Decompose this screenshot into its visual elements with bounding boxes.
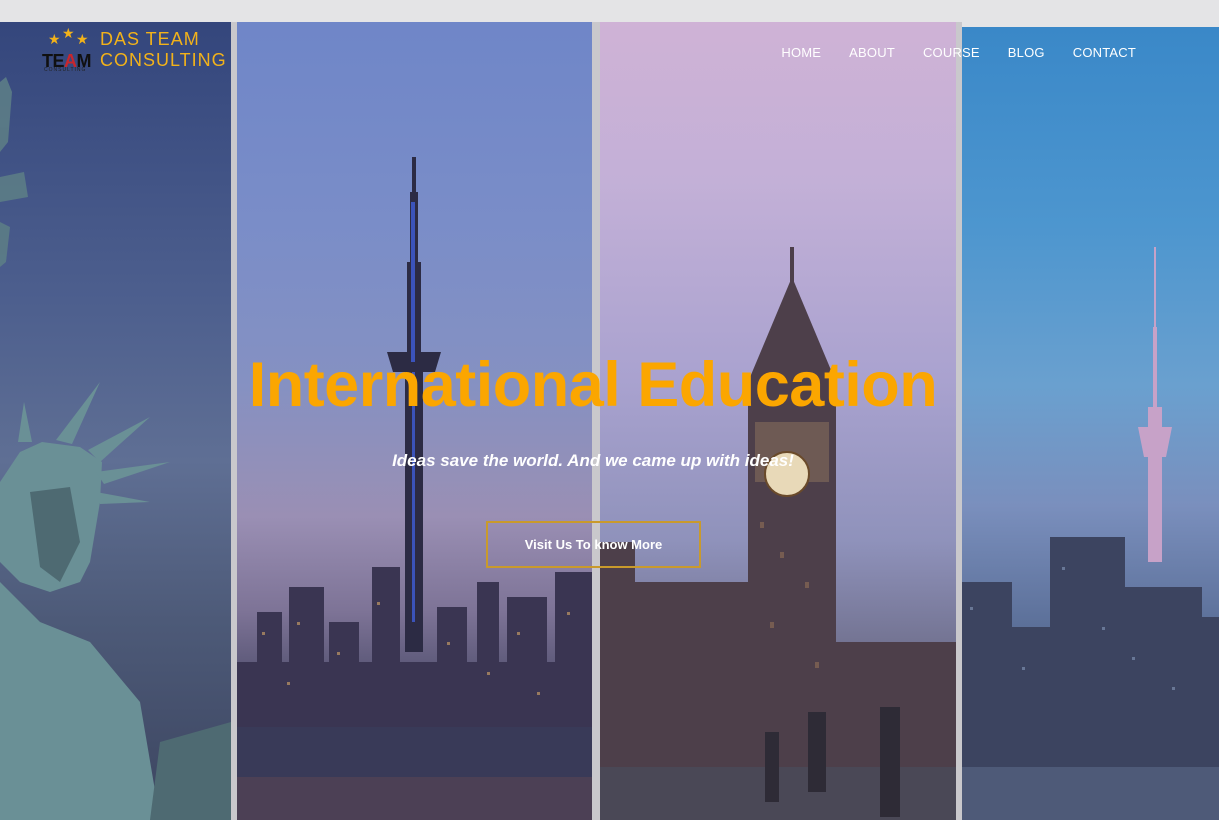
visit-us-button[interactable]: Visit Us To know More (486, 521, 701, 568)
logo-line1: DAS TEAM (100, 29, 200, 49)
logo-wordmark: DAS TEAM CONSULTING (100, 29, 227, 71)
nav-course[interactable]: COURSE (923, 45, 980, 60)
logo-line2: CONSULTING (100, 50, 227, 70)
browser-top-strip (0, 0, 1219, 22)
hero-panel-new-york (0, 22, 231, 820)
nav-about[interactable]: ABOUT (849, 45, 895, 60)
star-icon: ★ (48, 32, 61, 48)
main-nav: HOME ABOUT COURSE BLOG CONTACT (781, 45, 1136, 60)
star-icon: ★ (76, 32, 89, 48)
hero-panel-auckland (962, 27, 1219, 820)
hero-panel-london (600, 22, 956, 820)
auckland-skyline-image (962, 247, 1219, 820)
logo-mark: ★ ★ ★ TEAM CONSULTING (42, 27, 98, 73)
star-icon: ★ (62, 26, 75, 42)
hero-title: International Education (248, 350, 938, 420)
brand-logo[interactable]: ★ ★ ★ TEAM CONSULTING DAS TEAM CONSULTIN… (42, 27, 237, 75)
hero-panel-toronto (237, 22, 592, 820)
nav-home[interactable]: HOME (781, 45, 821, 60)
toronto-skyline-image (237, 157, 592, 820)
nav-blog[interactable]: BLOG (1008, 45, 1045, 60)
logo-mark-subtext: CONSULTING (44, 67, 87, 73)
hero-subtitle: Ideas save the world. And we came up wit… (392, 451, 794, 470)
big-ben-image (600, 247, 956, 820)
nav-contact[interactable]: CONTACT (1073, 45, 1136, 60)
panel-divider (592, 22, 600, 820)
statue-of-liberty-image (0, 77, 231, 820)
